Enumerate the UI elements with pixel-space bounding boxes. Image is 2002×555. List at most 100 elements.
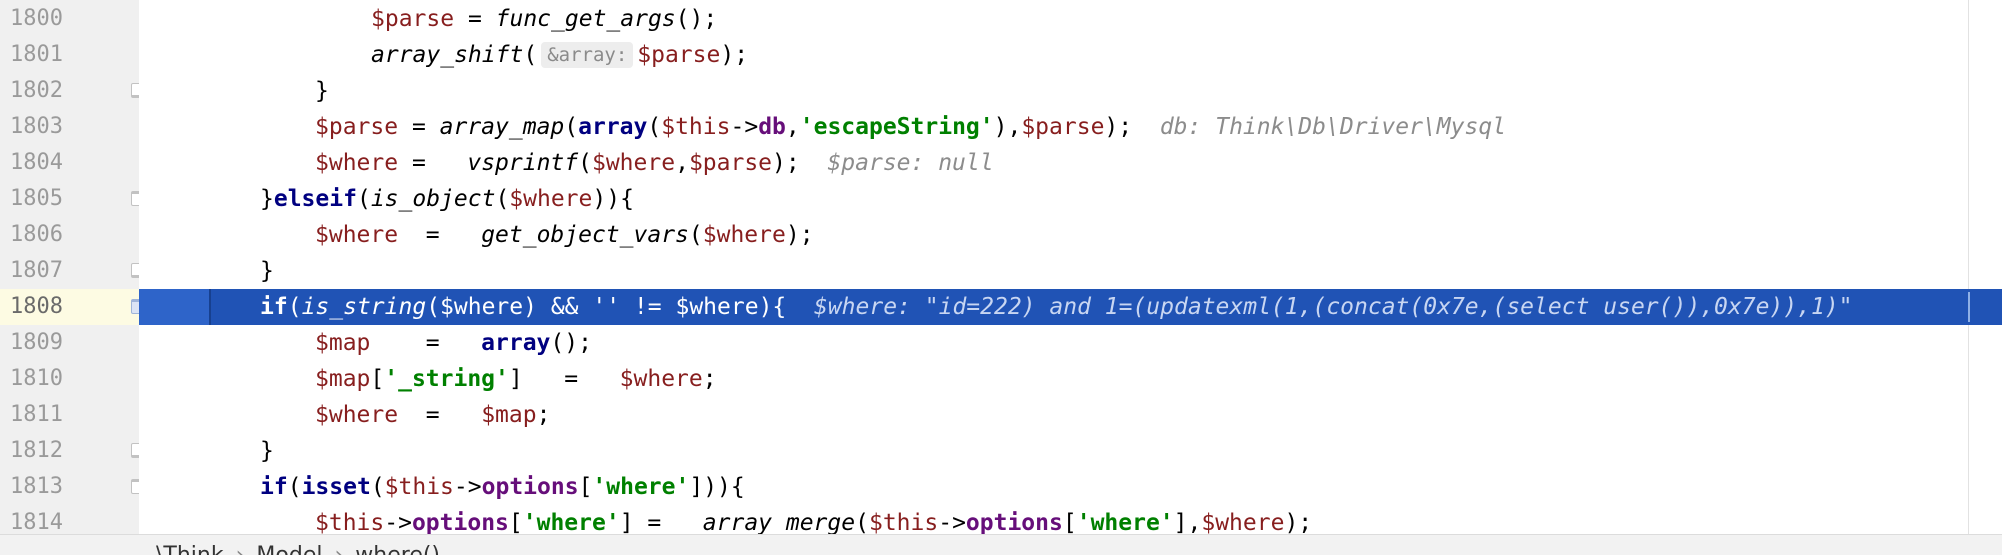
function-name: is_string: [301, 294, 427, 320]
keyword: isset: [301, 474, 371, 500]
punctuation: ;: [536, 402, 551, 428]
code-line[interactable]: $where = $map;: [139, 397, 2002, 433]
operator: =: [398, 222, 482, 248]
code-line[interactable]: }elseif(is_object($where)){: [139, 181, 2002, 217]
gutter-line[interactable]: 1811: [0, 397, 139, 433]
punctuation: ();: [675, 6, 718, 32]
function-name: is_object: [370, 186, 496, 212]
operator: =: [370, 330, 482, 356]
variable: $where: [315, 402, 399, 428]
gutter-line[interactable]: 1805: [0, 181, 144, 217]
gutter-line-current[interactable]: 1808: [0, 289, 144, 325]
variable: $where: [702, 222, 786, 248]
code-line[interactable]: if(isset($this->options['where'])){: [139, 469, 2002, 505]
punctuation: [: [1062, 510, 1077, 534]
line-number: 1802: [10, 78, 63, 103]
code-line[interactable]: }: [139, 73, 2002, 109]
punctuation: (: [356, 186, 371, 212]
line-number: 1812: [10, 438, 63, 463]
punctuation: );: [785, 222, 814, 248]
code-line[interactable]: array_shift(&array: $parse);: [139, 37, 2002, 73]
gutter-line[interactable]: 1802: [0, 73, 144, 109]
string-literal: 'where': [1076, 510, 1174, 534]
punctuation: ,: [675, 150, 689, 176]
punctuation: );: [1104, 114, 1133, 140]
brace: }: [260, 258, 274, 284]
variable: $where: [315, 150, 399, 176]
variable: $this: [868, 510, 939, 534]
code-line[interactable]: }: [139, 253, 2002, 289]
code-line[interactable]: $where = get_object_vars($where);: [139, 217, 2002, 253]
code-line[interactable]: $map = array();: [139, 325, 2002, 361]
debug-inline-value: $parse: null: [827, 150, 994, 176]
variable: $parse: [688, 150, 773, 176]
gutter-line[interactable]: 1803: [0, 109, 139, 145]
gutter-line[interactable]: 1813: [0, 469, 144, 505]
code-line[interactable]: $parse = array_map(array($this->db,'esca…: [139, 109, 2002, 145]
punctuation: ])){: [689, 474, 745, 500]
debug-inline-value: db: Think\Db\Driver\Mysql: [1159, 114, 1507, 140]
keyword: array: [578, 114, 648, 140]
breadcrumb: \Think›Model›where(): [156, 543, 440, 555]
punctuation: [: [370, 366, 385, 392]
breadcrumb-item-class[interactable]: Model: [256, 543, 322, 555]
variable: $where: [509, 186, 593, 212]
operator: ] =: [619, 510, 703, 534]
string-literal: '_string': [384, 366, 509, 392]
line-number: 1800: [10, 6, 63, 31]
code-line[interactable]: $this->options['where'] = array_merge($t…: [139, 505, 2002, 534]
operator: ->: [938, 510, 966, 534]
variable: $this: [661, 114, 731, 140]
punctuation: (: [495, 186, 510, 212]
operator: ) && '' !=: [523, 294, 676, 320]
function-name: vsprintf: [467, 150, 579, 176]
punctuation: (: [578, 150, 592, 176]
punctuation: );: [772, 150, 800, 176]
code-line[interactable]: $parse = func_get_args();: [139, 1, 2002, 37]
variable: $this: [315, 510, 385, 534]
variable: $where: [440, 294, 524, 320]
function-name: array_merge: [702, 510, 856, 534]
punctuation: ),: [993, 114, 1022, 140]
gutter-line[interactable]: 1807: [0, 253, 144, 289]
punctuation: (: [688, 222, 703, 248]
line-number: 1813: [10, 474, 63, 499]
variable: $where: [591, 150, 676, 176]
variable: $this: [384, 474, 454, 500]
line-number: 1801: [10, 42, 63, 67]
code-line[interactable]: $where = vsprintf($where,$parse); $parse…: [139, 145, 2002, 181]
brace: }: [315, 78, 329, 104]
line-number: 1805: [10, 186, 63, 211]
punctuation: (: [370, 474, 385, 500]
operator: ->: [730, 114, 759, 140]
gutter-line[interactable]: 1812: [0, 433, 144, 469]
gutter-line[interactable]: 1800: [0, 1, 139, 37]
variable: $map: [315, 366, 371, 392]
code-line[interactable]: $map['_string'] = $where;: [139, 361, 2002, 397]
punctuation: (: [287, 294, 302, 320]
breadcrumb-item-namespace[interactable]: \Think: [156, 543, 224, 555]
gutter-line[interactable]: 1810: [0, 361, 139, 397]
operator: ->: [384, 510, 412, 534]
property: options: [965, 510, 1063, 534]
operator: ->: [453, 474, 482, 500]
variable: $parse: [1021, 114, 1105, 140]
punctuation: );: [1284, 510, 1313, 534]
breadcrumb-item-method[interactable]: where(): [355, 543, 440, 555]
string-literal: 'where': [592, 474, 690, 500]
punctuation: );: [720, 42, 749, 68]
punctuation: ;: [702, 366, 717, 392]
breadcrumb-bar: \Think›Model›where(): [0, 534, 2002, 555]
execution-point-line[interactable]: if(is_string($where) && '' != $where){ $…: [139, 289, 2002, 325]
code-line[interactable]: }: [139, 433, 2002, 469]
operator: =: [454, 6, 496, 32]
editor-gutter[interactable]: 1800 1801 1802 1803 1804 1805 1806 1807 …: [0, 0, 144, 554]
punctuation: (: [523, 42, 538, 68]
variable: $where: [315, 222, 399, 248]
code-editor[interactable]: $parse = func_get_args(); array_shift(&a…: [139, 0, 2002, 534]
gutter-line[interactable]: 1809: [0, 325, 139, 361]
gutter-line[interactable]: 1801: [0, 37, 139, 73]
gutter-line[interactable]: 1804: [0, 145, 139, 181]
gutter-line[interactable]: 1806: [0, 217, 139, 253]
variable: $where: [1201, 510, 1285, 534]
